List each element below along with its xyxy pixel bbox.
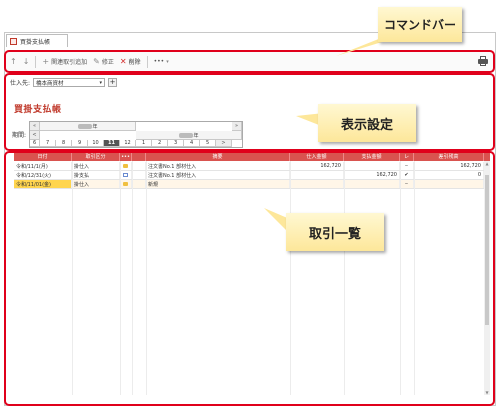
list-highlight [4, 151, 495, 406]
command-bar-highlight [4, 50, 495, 73]
callout-command-bar: コマンドバー [378, 7, 462, 42]
settings-highlight [4, 73, 495, 151]
tab-label: 買掛支払帳 [20, 38, 51, 46]
callout-display-settings: 表示設定 [318, 104, 416, 142]
tab-document[interactable]: 買掛支払帳 [6, 34, 68, 47]
callout-transaction-list: 取引一覧 [286, 213, 384, 251]
ledger-icon [10, 37, 17, 45]
